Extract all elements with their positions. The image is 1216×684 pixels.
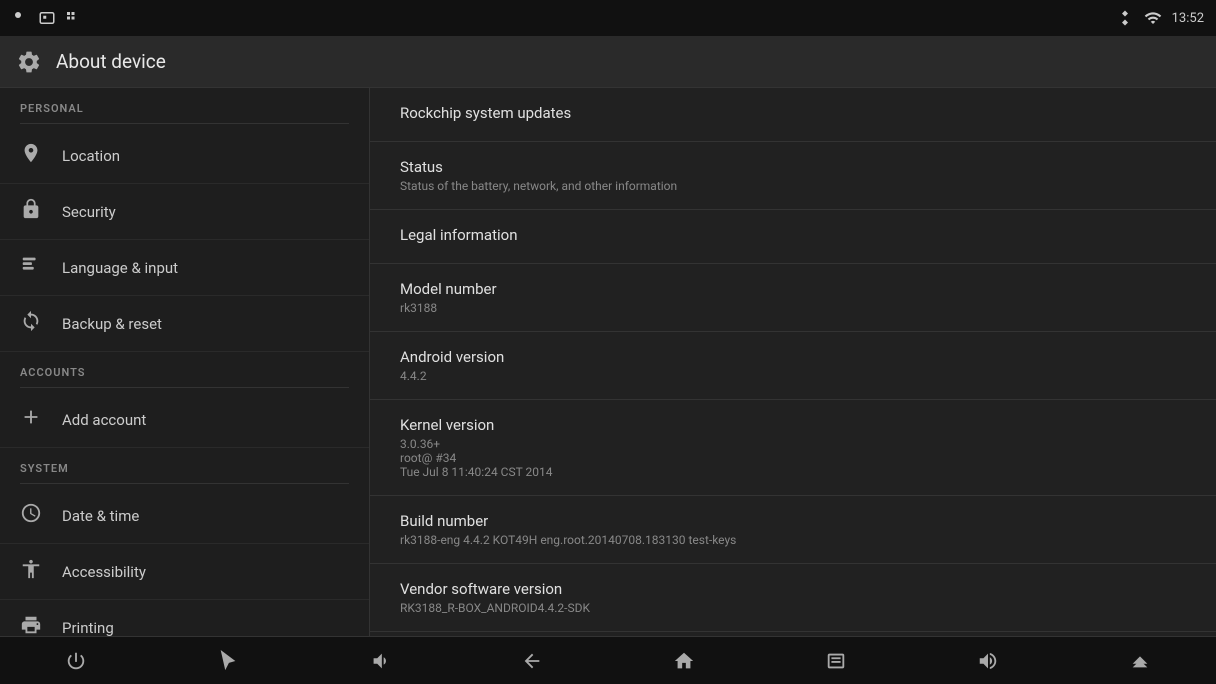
volume-up-button[interactable] [958,641,1018,681]
home-icon [673,650,695,672]
content-item-android-version[interactable]: Android version 4.4.2 [370,332,1216,400]
app-header: About device [0,36,1216,88]
vendor-subtitle: RK3188_R-BOX_ANDROID4.4.2-SDK [400,601,1186,615]
bottom-bar [0,636,1216,684]
kernel-subtitle: 3.0.36+ root@ #34 Tue Jul 8 11:40:24 CST… [400,437,1186,479]
backup-label: Backup & reset [62,315,162,333]
language-label: Language & input [62,259,178,277]
sidebar: PERSONAL Location Security [0,88,370,636]
section-system: SYSTEM [0,448,369,479]
back-button[interactable] [502,641,562,681]
accessibility-icon [20,558,42,585]
add-icon [20,406,42,433]
sidebar-item-printing[interactable]: Printing [0,600,369,636]
back-icon [521,650,543,672]
volume-down-icon [369,650,391,672]
power-button[interactable] [46,641,106,681]
status-bar: 13:52 [0,0,1216,36]
status-subtitle: Status of the battery, network, and othe… [400,179,1186,193]
legal-title: Legal information [400,226,1186,244]
build-title: Build number [400,512,1186,530]
sidebar-item-security[interactable]: Security [0,184,369,240]
chevron-up-button[interactable] [1110,641,1170,681]
recent-icon [825,650,847,672]
kernel-title: Kernel version [400,416,1186,434]
language-icon [20,254,42,281]
security-label: Security [62,203,116,221]
sidebar-item-location[interactable]: Location [0,128,369,184]
system-updates-title: Rockchip system updates [400,104,1186,122]
chevron-up-icon [1129,650,1151,672]
print-icon [20,614,42,636]
lock-icon [20,198,42,225]
content-item-model[interactable]: Model number rk3188 [370,264,1216,332]
sidebar-item-accessibility[interactable]: Accessibility [0,544,369,600]
add-account-label: Add account [62,411,146,429]
wifi-icon [1144,9,1162,27]
content-item-system-updates[interactable]: Rockchip system updates [370,88,1216,142]
content-item-vendor[interactable]: Vendor software version RK3188_R-BOX_AND… [370,564,1216,632]
status-title: Status [400,158,1186,176]
status-bar-left-icons [12,9,82,27]
datetime-label: Date & time [62,507,139,525]
app-title: About device [56,50,166,73]
divider-personal [20,123,349,124]
printing-label: Printing [62,619,114,637]
divider-accounts [20,387,349,388]
home-button[interactable] [654,641,714,681]
content-item-status[interactable]: Status Status of the battery, network, a… [370,142,1216,210]
location-icon [20,142,42,169]
android-version-subtitle: 4.4.2 [400,369,1186,383]
model-title: Model number [400,280,1186,298]
section-accounts: ACCOUNTS [0,352,369,383]
location-label: Location [62,147,120,165]
power-icon [65,650,87,672]
volume-up-icon [977,650,999,672]
cursor-button[interactable] [198,641,258,681]
model-subtitle: rk3188 [400,301,1186,315]
build-subtitle: rk3188-eng 4.4.2 KOT49H eng.root.2014070… [400,533,1186,547]
vendor-title: Vendor software version [400,580,1186,598]
settings-gear-icon [16,49,42,75]
status-bar-right-icons: 13:52 [1116,9,1204,27]
content-panel: Rockchip system updates Status Status of… [370,88,1216,636]
notification-icon-3 [64,9,82,27]
main-layout: PERSONAL Location Security [0,88,1216,636]
cursor-icon [217,650,239,672]
notification-icon-2 [38,9,56,27]
content-item-build[interactable]: Build number rk3188-eng 4.4.2 KOT49H eng… [370,496,1216,564]
sidebar-item-backup[interactable]: Backup & reset [0,296,369,352]
backup-icon [20,310,42,337]
content-item-legal[interactable]: Legal information [370,210,1216,264]
accessibility-label: Accessibility [62,563,146,581]
sidebar-item-datetime[interactable]: Date & time [0,488,369,544]
clock-icon [20,502,42,529]
sidebar-item-add-account[interactable]: Add account [0,392,369,448]
volume-down-button[interactable] [350,641,410,681]
recent-button[interactable] [806,641,866,681]
divider-system [20,483,349,484]
android-version-title: Android version [400,348,1186,366]
content-item-kernel[interactable]: Kernel version 3.0.36+ root@ #34 Tue Jul… [370,400,1216,496]
bluetooth-icon [1116,9,1134,27]
notification-icon-1 [12,9,30,27]
section-personal: PERSONAL [0,88,369,119]
sidebar-item-language[interactable]: Language & input [0,240,369,296]
clock-display: 13:52 [1172,11,1204,26]
